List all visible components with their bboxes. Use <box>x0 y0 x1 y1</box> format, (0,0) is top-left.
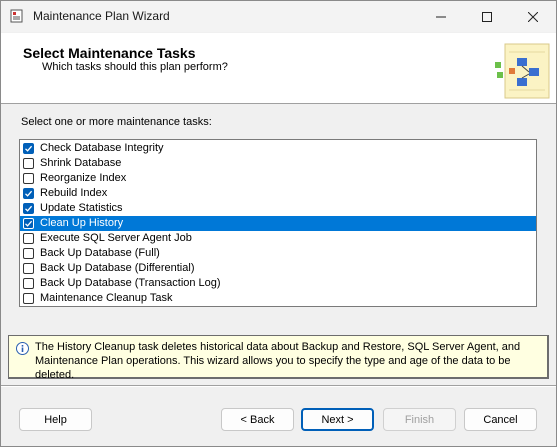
checkmark-icon <box>25 205 33 212</box>
window-title: Maintenance Plan Wizard <box>33 9 170 23</box>
page-title: Select Maintenance Tasks <box>23 45 196 61</box>
info-text: The History Cleanup task deletes histori… <box>35 340 545 382</box>
page-subtitle: Which tasks should this plan perform? <box>42 61 228 73</box>
task-item[interactable]: Back Up Database (Differential) <box>20 261 536 276</box>
task-item[interactable]: Rebuild Index <box>20 186 536 201</box>
wizard-header: Select Maintenance Tasks Which tasks sho… <box>1 33 556 104</box>
finish-button[interactable]: Finish <box>383 408 456 431</box>
maximize-icon <box>482 11 492 22</box>
checkmark-icon <box>25 190 33 197</box>
task-checkbox[interactable] <box>23 233 34 244</box>
checkmark-icon <box>25 145 33 152</box>
maximize-button[interactable] <box>464 1 510 32</box>
app-icon <box>10 9 23 23</box>
task-checkbox[interactable] <box>23 188 34 199</box>
task-item[interactable]: Check Database Integrity <box>20 141 536 156</box>
title-bar[interactable]: Maintenance Plan Wizard <box>1 1 556 32</box>
wizard-window: Maintenance Plan Wizard Select Maintenan… <box>0 0 557 447</box>
task-checkbox[interactable] <box>23 263 34 274</box>
help-button[interactable]: Help <box>19 408 92 431</box>
next-button[interactable]: Next > <box>301 408 374 431</box>
task-checkbox[interactable] <box>23 158 34 169</box>
info-box: The History Cleanup task deletes histori… <box>8 335 549 382</box>
task-checkbox[interactable] <box>23 173 34 184</box>
task-checkbox[interactable] <box>23 278 34 289</box>
task-label: Back Up Database (Differential) <box>40 262 195 274</box>
task-item[interactable]: Back Up Database (Transaction Log) <box>20 276 536 291</box>
task-item[interactable]: Back Up Database (Full) <box>20 246 536 261</box>
separator <box>1 385 556 387</box>
task-label: Rebuild Index <box>40 187 108 199</box>
task-label: Update Statistics <box>40 202 123 214</box>
task-label: Execute SQL Server Agent Job <box>40 232 192 244</box>
info-line-1: The History Cleanup task deletes histori… <box>35 341 521 353</box>
checkmark-icon <box>25 220 33 227</box>
task-item[interactable]: Update Statistics <box>20 201 536 216</box>
task-item[interactable]: Shrink Database <box>20 156 536 171</box>
task-checkbox[interactable] <box>23 293 34 304</box>
task-checkbox[interactable] <box>23 218 34 229</box>
task-label: Maintenance Cleanup Task <box>40 292 173 304</box>
task-label: Reorganize Index <box>40 172 127 184</box>
cancel-button[interactable]: Cancel <box>464 408 537 431</box>
task-item[interactable]: Clean Up History <box>20 216 536 231</box>
close-icon <box>528 11 538 22</box>
task-item[interactable]: Execute SQL Server Agent Job <box>20 231 536 246</box>
task-label: Clean Up History <box>40 217 124 229</box>
task-item[interactable]: Reorganize Index <box>20 171 536 186</box>
task-label: Back Up Database (Transaction Log) <box>40 277 221 289</box>
task-checkbox[interactable] <box>23 143 34 154</box>
wizard-graphic-icon <box>495 43 550 99</box>
task-label: Back Up Database (Full) <box>40 247 160 259</box>
minimize-button[interactable] <box>418 1 464 32</box>
back-button[interactable]: < Back <box>221 408 294 431</box>
task-label: Check Database Integrity <box>40 142 164 154</box>
close-button[interactable] <box>510 1 556 32</box>
task-list[interactable]: Check Database Integrity Shrink Database R… <box>19 139 537 307</box>
minimize-icon <box>436 16 446 17</box>
instruction-label: Select one or more maintenance tasks: <box>21 116 212 128</box>
task-checkbox[interactable] <box>23 203 34 214</box>
info-line-2: Maintenance Plan operations. This wizard… <box>35 355 511 381</box>
task-item[interactable]: Maintenance Cleanup Task <box>20 291 536 306</box>
task-checkbox[interactable] <box>23 248 34 259</box>
info-icon <box>16 342 29 355</box>
task-label: Shrink Database <box>40 157 122 169</box>
